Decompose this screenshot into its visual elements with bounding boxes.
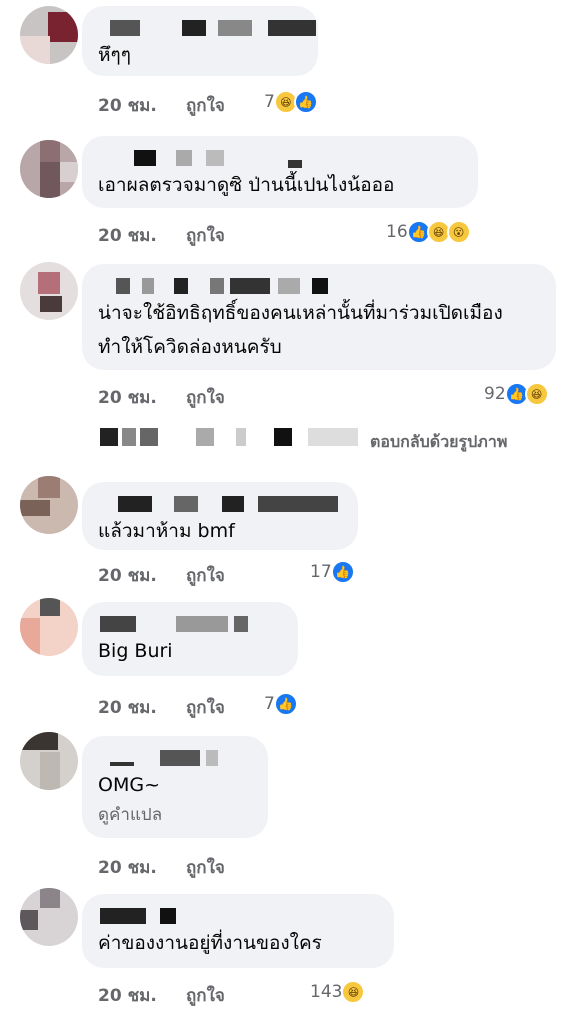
see-translation-link[interactable]: ดูคำแปล	[98, 802, 252, 828]
comment-bubble: หึๆๆ	[82, 6, 318, 76]
comment-bubble: น่าจะใช้อิทธิฤทธิ์ของคนเหล่านั้นที่มาร่ว…	[82, 264, 556, 370]
avatar[interactable]	[20, 6, 78, 64]
reaction-count: 17	[310, 562, 332, 582]
like-reaction-icon: 👍	[273, 692, 298, 716]
commenter-name-blurred[interactable]	[98, 492, 342, 514]
wow-reaction-icon: 😮	[446, 220, 471, 244]
comment-time[interactable]: 20 ชม.	[98, 982, 157, 1009]
comment-text: น่าจะใช้อิทธิฤทธิ์ของคนเหล่านั้นที่มาร่ว…	[98, 302, 503, 358]
comment-text: หึๆๆ	[98, 44, 131, 66]
avatar[interactable]	[20, 732, 78, 790]
comment-text: Big Buri	[98, 640, 173, 662]
haha-reaction-icon: 😆	[341, 980, 366, 1004]
avatar[interactable]	[20, 262, 78, 320]
like-link[interactable]: ถูกใจ	[186, 222, 225, 249]
reaction-summary[interactable]: 17 👍	[310, 560, 355, 584]
reaction-count: 143	[310, 982, 343, 1002]
avatar[interactable]	[20, 888, 78, 946]
reaction-summary[interactable]: 92 👍 😆	[484, 382, 549, 406]
like-reaction-icon: 👍	[330, 560, 355, 584]
avatar[interactable]	[20, 598, 78, 656]
comment-text: OMG~	[98, 774, 160, 796]
comment-text: ค่าของงานอยู่ที่งานของใคร	[98, 932, 322, 954]
commenter-name-blurred[interactable]	[98, 904, 378, 926]
commenter-name-blurred[interactable]	[98, 16, 316, 38]
comment-meta: 20 ชม. ถูกใจ	[98, 690, 338, 718]
comment-time[interactable]: 20 ชม.	[98, 854, 157, 881]
reply-with-photo[interactable]: ตอบกลับด้วยรูปภาพ	[98, 424, 558, 454]
commenter-name-blurred[interactable]	[98, 612, 282, 634]
commenter-name-blurred[interactable]	[98, 746, 252, 768]
comment-meta: 20 ชม. ถูกใจ	[98, 978, 338, 1006]
reaction-summary[interactable]: 16 👍 😆 😮	[386, 220, 471, 244]
commenter-name-blurred[interactable]	[98, 146, 462, 168]
like-reaction-icon: 👍	[293, 90, 318, 114]
like-link[interactable]: ถูกใจ	[186, 694, 225, 721]
reaction-summary[interactable]: 7 😆 👍	[264, 90, 318, 114]
like-link[interactable]: ถูกใจ	[186, 384, 225, 411]
like-link[interactable]: ถูกใจ	[186, 562, 225, 589]
comment-time[interactable]: 20 ชม.	[98, 562, 157, 589]
haha-reaction-icon: 😆	[524, 382, 549, 406]
reaction-count: 92	[484, 384, 506, 404]
reaction-summary[interactable]: 143 😆	[310, 980, 366, 1004]
comment-meta: 20 ชม. ถูกใจ	[98, 558, 338, 586]
comment-text: เอาผลตรวจมาดูซิ ป่านนี้เปนไงน้อออ	[98, 174, 395, 196]
comment-bubble: ค่าของงานอยู่ที่งานของใคร	[82, 894, 394, 968]
comment-bubble: แล้วมาห้าม bmf	[82, 482, 358, 550]
comment-bubble: Big Buri	[82, 602, 298, 676]
reply-with-photo-label[interactable]: ตอบกลับด้วยรูปภาพ	[370, 430, 507, 455]
avatar[interactable]	[20, 476, 78, 534]
like-link[interactable]: ถูกใจ	[186, 982, 225, 1009]
comment-meta: 20 ชม. ถูกใจ	[98, 850, 338, 878]
comment-time[interactable]: 20 ชม.	[98, 694, 157, 721]
comment-time[interactable]: 20 ชม.	[98, 384, 157, 411]
comment-time[interactable]: 20 ชม.	[98, 92, 157, 119]
comment-bubble: OMG~ ดูคำแปล	[82, 736, 268, 838]
reaction-summary[interactable]: 7 👍	[264, 692, 298, 716]
like-link[interactable]: ถูกใจ	[186, 92, 225, 119]
commenter-name-blurred[interactable]	[98, 274, 540, 296]
comment-time[interactable]: 20 ชม.	[98, 222, 157, 249]
comment-meta: 20 ชม. ถูกใจ	[98, 380, 338, 408]
comment-bubble: เอาผลตรวจมาดูซิ ป่านนี้เปนไงน้อออ	[82, 136, 478, 208]
avatar[interactable]	[20, 140, 78, 198]
reaction-count: 16	[386, 222, 408, 242]
comment-text: แล้วมาห้าม bmf	[98, 520, 235, 542]
comment-meta: 20 ชม. ถูกใจ	[98, 218, 338, 246]
like-link[interactable]: ถูกใจ	[186, 854, 225, 881]
